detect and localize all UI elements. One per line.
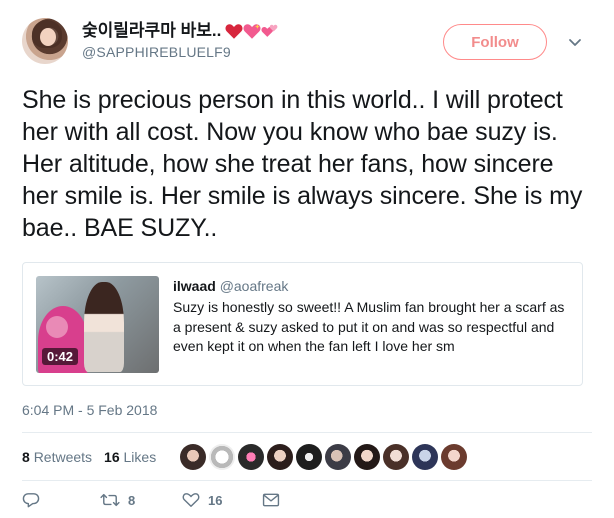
- author-display-name[interactable]: 숯이릴라쿠마 바보..: [82, 20, 279, 42]
- retweet-count: 8: [128, 492, 136, 508]
- retweets-label: Retweets: [33, 449, 93, 465]
- liker-avatars: [180, 444, 467, 470]
- like-button[interactable]: 16: [182, 492, 262, 508]
- quoted-tweet-header: ilwaad @aoafreak: [173, 277, 288, 295]
- retweet-icon: [100, 492, 120, 508]
- quoted-author-name[interactable]: ilwaad: [173, 278, 216, 294]
- liker-avatar[interactable]: [412, 444, 438, 470]
- direct-message-button[interactable]: [262, 493, 280, 507]
- liker-avatar[interactable]: [180, 444, 206, 470]
- heart-icon: [182, 492, 200, 508]
- tweet-text: She is precious person in this world.. I…: [22, 86, 583, 242]
- retweets-stat[interactable]: 8 Retweets: [22, 449, 92, 465]
- thumbnail-scarf-detail: [46, 316, 68, 338]
- liker-avatar[interactable]: [238, 444, 264, 470]
- author-name-block: 숯이릴라쿠마 바보.. @SAPPHIREBLUELF9: [82, 20, 279, 60]
- likes-label: Likes: [123, 449, 157, 465]
- name-emoji-group: [225, 23, 279, 40]
- liker-avatar[interactable]: [354, 444, 380, 470]
- reply-icon: [22, 492, 40, 508]
- retweets-count: 8: [22, 449, 30, 465]
- likes-count: 16: [104, 449, 120, 465]
- video-duration-badge: 0:42: [42, 348, 79, 365]
- liker-avatar[interactable]: [383, 444, 409, 470]
- author-avatar[interactable]: [22, 18, 68, 64]
- quoted-author-handle[interactable]: @aoafreak: [220, 278, 289, 294]
- divider-bottom: [22, 480, 592, 481]
- tweet-actions: 8 16: [22, 492, 280, 508]
- quoted-video-thumbnail[interactable]: 0:42: [36, 276, 159, 373]
- liker-avatar[interactable]: [441, 444, 467, 470]
- tweet-stats: 8 Retweets 16 Likes: [22, 446, 168, 468]
- two-hearts-icon: [261, 23, 279, 40]
- follow-button[interactable]: Follow: [443, 24, 547, 60]
- quoted-tweet-card[interactable]: 0:42 ilwaad @aoafreak Suzy is honestly s…: [22, 262, 583, 386]
- retweet-button[interactable]: 8: [100, 492, 182, 508]
- thumbnail-person: [84, 282, 124, 372]
- like-count: 16: [208, 492, 223, 508]
- display-name-text: 숯이릴라쿠마 바보..: [82, 21, 222, 40]
- likes-stat[interactable]: 16 Likes: [104, 449, 156, 465]
- divider-top: [22, 432, 592, 433]
- avatar-face: [40, 28, 56, 46]
- author-handle[interactable]: @SAPPHIREBLUELF9: [82, 44, 279, 60]
- red-heart-icon: [225, 23, 243, 40]
- envelope-icon: [262, 493, 280, 507]
- quoted-tweet-text: Suzy is honestly so sweet!! A Muslim fan…: [173, 299, 565, 354]
- liker-avatar[interactable]: [325, 444, 351, 470]
- liker-avatar[interactable]: [296, 444, 322, 470]
- reply-button[interactable]: [22, 492, 100, 508]
- tweet-header: 숯이릴라쿠마 바보.. @SAPPHIREBLUELF9 Follow: [22, 18, 596, 68]
- tweet-timestamp[interactable]: 6:04 PM - 5 Feb 2018: [22, 402, 157, 418]
- chevron-down-icon[interactable]: [568, 36, 582, 48]
- liker-avatar[interactable]: [209, 444, 235, 470]
- liker-avatar[interactable]: [267, 444, 293, 470]
- sparkling-heart-icon: [243, 23, 261, 40]
